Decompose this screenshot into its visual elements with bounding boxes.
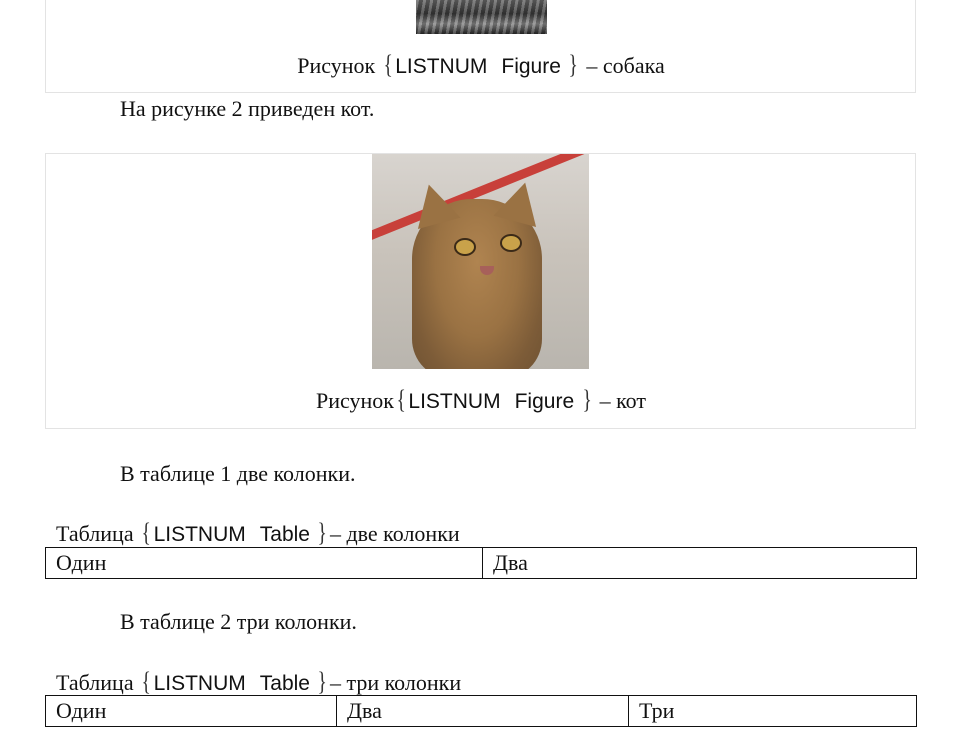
field-code: LISTNUM	[153, 672, 246, 695]
dog-image	[416, 0, 547, 34]
paragraph-table-2: В таблице 2 три колонки.	[120, 609, 357, 634]
field-brace-open: {	[383, 50, 393, 79]
field-code: LISTNUM	[395, 55, 488, 78]
field-brace-open: {	[396, 385, 406, 414]
caption-suffix: – три колонки	[329, 670, 462, 695]
table-2-caption: Таблица {LISTNUM Table } – три колонки	[56, 669, 461, 697]
cat-image	[372, 154, 589, 369]
table-1: Один Два	[45, 547, 917, 579]
caption-prefix: Рисунок	[297, 53, 376, 78]
caption-prefix: Таблица	[56, 670, 134, 695]
caption-suffix: – две колонки	[329, 521, 460, 546]
field-brace-close: }	[582, 385, 592, 414]
table-cell: Один	[56, 550, 107, 575]
table-cell: Два	[482, 548, 916, 578]
table-cell: Три	[628, 696, 916, 726]
field-brace-open: {	[141, 518, 152, 547]
paragraph-cat: На рисунке 2 приведен кот.	[120, 96, 375, 121]
table-cell: Один	[56, 698, 107, 723]
caption-prefix: Рисунок	[315, 388, 394, 413]
field-name: Table	[259, 672, 310, 695]
caption-suffix: – собака	[586, 53, 665, 78]
table-1-caption: Таблица {LISTNUM Table } – две колонки	[56, 520, 460, 548]
caption-prefix: Таблица	[56, 521, 134, 546]
field-brace-close: }	[318, 518, 328, 547]
paragraph-table-1: В таблице 1 две колонки.	[120, 461, 356, 486]
table-cell: Два	[336, 696, 628, 726]
field-code: LISTNUM	[153, 523, 246, 546]
field-brace-close: }	[318, 667, 328, 696]
table-2: Один Два Три	[45, 695, 917, 727]
field-name: Figure	[514, 390, 575, 413]
caption-suffix: – кот	[599, 388, 647, 413]
field-name: Figure	[501, 55, 561, 78]
field-brace-close: }	[568, 50, 579, 79]
figure-2-caption: Рисунок{LISTNUM Figure } – кот	[46, 387, 916, 415]
field-name: Table	[259, 523, 310, 546]
field-brace-open: {	[141, 667, 152, 696]
figure-1-caption: Рисунок {LISTNUM Figure } – собака	[46, 52, 916, 80]
field-code: LISTNUM	[408, 390, 501, 413]
